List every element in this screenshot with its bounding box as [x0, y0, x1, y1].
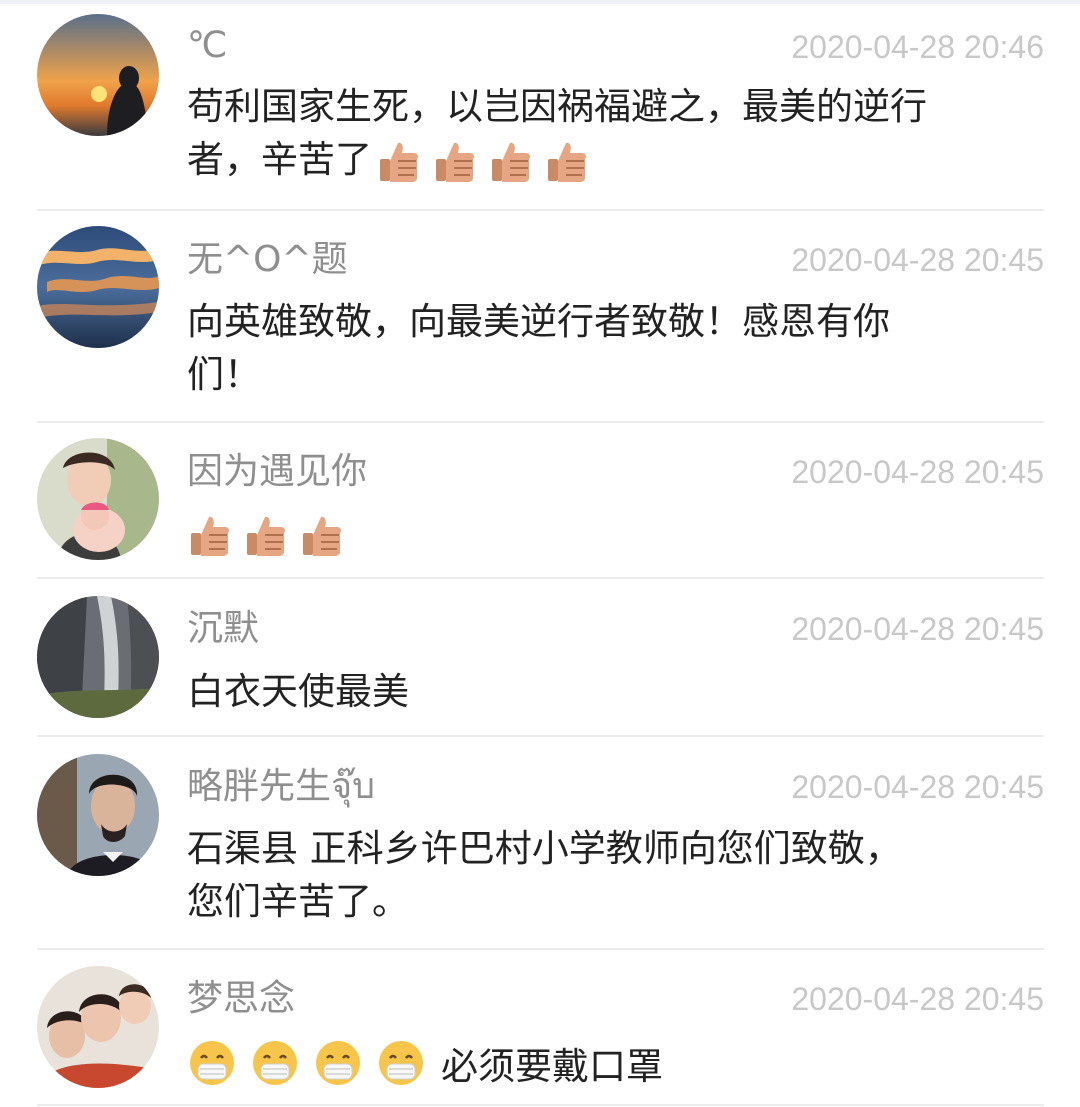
- emoji-row: [187, 513, 345, 559]
- timestamp: 2020-04-28 20:45: [791, 242, 1044, 278]
- thumbs-up-icon: [380, 142, 418, 182]
- divider: [37, 421, 1044, 423]
- comment-line: 您们辛苦了。: [187, 880, 409, 923]
- timestamp: 2020-04-28 20:45: [791, 769, 1044, 805]
- divider: [37, 1104, 1044, 1106]
- comment-line: 石渠县 正科乡许巴村小学教师向您们致敬，: [187, 827, 902, 870]
- timestamp: 2020-04-28 20:46: [791, 29, 1044, 65]
- thumbs-up-icon: [548, 142, 586, 182]
- user-name[interactable]: 略胖先生จุ๊บ: [187, 767, 375, 807]
- divider: [37, 209, 1044, 211]
- thumbs-up-icon: [191, 516, 229, 556]
- emoji-row: [376, 139, 590, 185]
- thumbs-up-icon: [247, 516, 285, 556]
- user-name[interactable]: 因为遇见你: [187, 452, 367, 492]
- divider: [37, 577, 1044, 579]
- comment-text: 必须要戴口罩: [187, 1036, 663, 1090]
- comment-text: 苟利国家生死，以岂因祸福避之，最美的逆行 者，辛苦了: [187, 80, 1047, 186]
- user-name[interactable]: 无^O^题: [187, 240, 348, 280]
- comment-line: 者，辛苦了: [187, 133, 1047, 186]
- top-edge: [0, 0, 1080, 4]
- comment-line: 白衣天使最美: [187, 670, 409, 713]
- avatar[interactable]: [37, 14, 159, 136]
- comment-line: 们！: [187, 353, 261, 396]
- thumbs-up-icon: [303, 516, 341, 556]
- comment-text: 石渠县 正科乡许巴村小学教师向您们致敬， 您们辛苦了。: [187, 822, 1047, 928]
- divider: [37, 948, 1044, 950]
- mask-face-icon: [379, 1041, 423, 1085]
- user-name[interactable]: ℃: [187, 26, 227, 66]
- avatar[interactable]: [37, 438, 159, 560]
- mask-face-icon: [253, 1041, 297, 1085]
- thumbs-up-icon: [436, 142, 474, 182]
- comment-line: 必须要戴口罩: [441, 1045, 663, 1088]
- user-name[interactable]: 沉默: [187, 609, 259, 649]
- comment-line: 向英雄致敬，向最美逆行者致敬！感恩有你: [187, 300, 890, 343]
- user-name[interactable]: 梦思念: [187, 979, 295, 1019]
- avatar[interactable]: [37, 754, 159, 876]
- mask-face-icon: [190, 1041, 234, 1085]
- timestamp: 2020-04-28 20:45: [791, 981, 1044, 1017]
- mask-face-icon: [316, 1041, 360, 1085]
- timestamp: 2020-04-28 20:45: [791, 454, 1044, 490]
- comment-text: 向英雄致敬，向最美逆行者致敬！感恩有你 们！: [187, 295, 1047, 401]
- timestamp: 2020-04-28 20:45: [791, 611, 1044, 647]
- avatar[interactable]: [37, 966, 159, 1088]
- comment-line: 苟利国家生死，以岂因祸福避之，最美的逆行: [187, 85, 927, 128]
- avatar[interactable]: [37, 226, 159, 348]
- divider: [37, 735, 1044, 737]
- thumbs-up-icon: [492, 142, 530, 182]
- comment-text: 白衣天使最美: [187, 665, 1047, 718]
- avatar[interactable]: [37, 596, 159, 718]
